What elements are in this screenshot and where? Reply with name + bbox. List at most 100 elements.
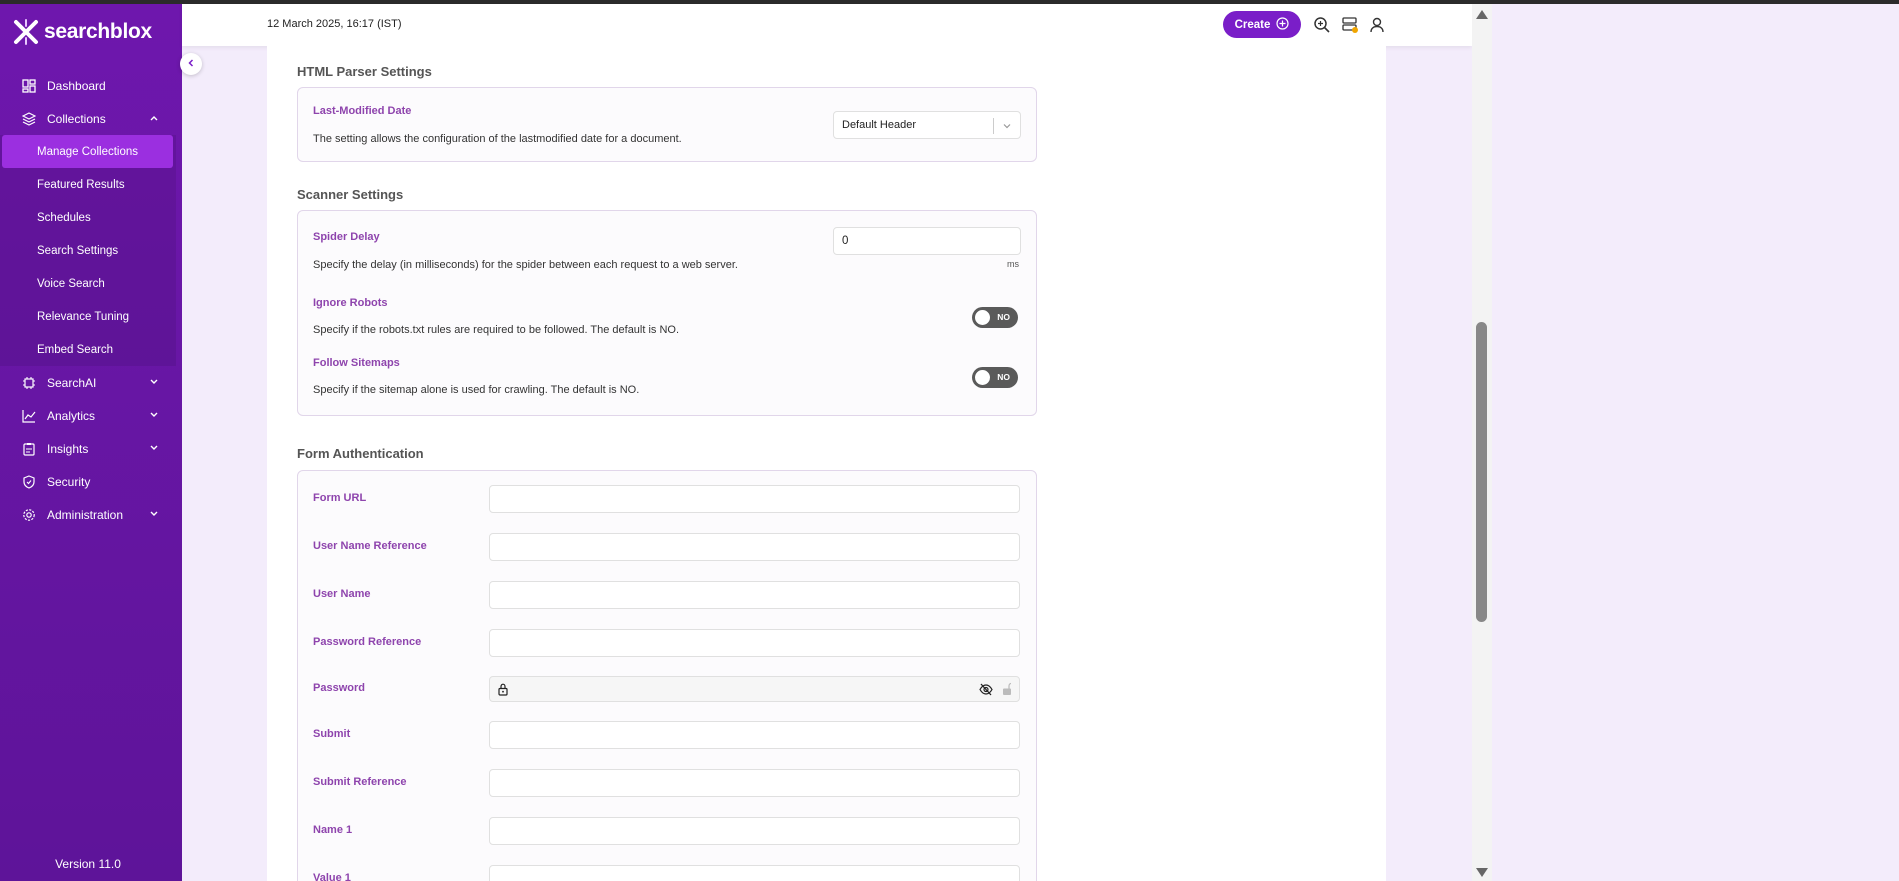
toggle-knob [975,370,990,385]
submit-label: Submit [313,728,351,740]
sidebar-subitem-relevance-tuning[interactable]: Relevance Tuning [0,300,176,333]
header-datetime: 12 March 2025, 16:17 (IST) [267,18,402,30]
form-auth-title: Form Authentication [297,446,424,461]
gear-icon [21,507,37,523]
sidebar-item-administration[interactable]: Administration [0,498,182,531]
select-divider [993,118,994,134]
form-url-input[interactable] [489,485,1020,513]
last-modified-select-value: Default Header [842,119,916,131]
sidebar-subitem-label: Relevance Tuning [37,310,130,323]
sidebar-item-searchai[interactable]: SearchAI [0,366,182,399]
sidebar-item-analytics[interactable]: Analytics [0,399,182,432]
sidebar-subitem-manage-collections[interactable]: Manage Collections [2,135,173,168]
create-button-label: Create [1234,18,1271,31]
spider-delay-label: Spider Delay [313,231,380,243]
sidebar-subitem-embed-search[interactable]: Embed Search [0,333,176,366]
scanner-title: Scanner Settings [297,187,404,202]
main-content: HTML Parser Settings Last-Modified Date … [267,46,1386,881]
chevron-down-icon [148,376,160,388]
name-1-input[interactable] [489,817,1020,845]
unlock-icon[interactable] [1001,682,1013,701]
chevron-left-icon [186,55,196,73]
sidebar-subitem-voice-search[interactable]: Voice Search [0,267,176,300]
sidebar-subitem-featured-results[interactable]: Featured Results [0,168,176,201]
last-modified-desc: The setting allows the configuration of … [313,133,682,145]
submit-input[interactable] [489,721,1020,749]
sidebar-subitem-label: Search Settings [37,244,119,257]
chart-icon [21,408,37,424]
sidebar-item-label: Dashboard [47,78,106,93]
value-1-input[interactable] [489,865,1020,881]
chevron-down-icon [148,442,160,454]
sidebar-subitem-label: Schedules [37,211,91,224]
last-modified-label: Last-Modified Date [313,105,412,117]
search-zoom-icon[interactable] [1313,16,1331,34]
sidebar-item-label: Insights [47,441,89,456]
clipboard-icon [21,441,37,457]
user-name-label: User Name [313,588,371,600]
scanner-card: Spider Delay Specify the delay (in milli… [297,210,1037,416]
spider-delay-value: 0 [842,235,849,247]
user-icon[interactable] [1368,16,1386,34]
chevron-down-icon [1001,120,1013,132]
sidebar-item-label: Security [47,474,91,489]
sidebar-item-insights[interactable]: Insights [0,432,182,465]
sidebar-subitem-label: Featured Results [37,178,125,191]
brand-logo[interactable]: searchblox [12,18,152,46]
sidebar: searchblox Dashboard Collections Manage … [0,4,182,881]
sidebar-subitem-label: Voice Search [37,277,105,290]
sidebar-nav: Dashboard Collections Manage Collections… [0,69,182,531]
last-modified-select[interactable]: Default Header [833,111,1021,139]
chevron-down-icon [148,409,160,421]
user-name-reference-label: User Name Reference [313,540,427,552]
sidebar-item-collections[interactable]: Collections [0,102,182,135]
sidebar-subitem-schedules[interactable]: Schedules [0,201,176,234]
scroll-down-arrow-icon[interactable] [1476,868,1488,877]
user-name-reference-input[interactable] [489,533,1020,561]
html-parser-title: HTML Parser Settings [297,64,432,79]
sidebar-item-security[interactable]: Security [0,465,182,498]
sidebar-collapse-button[interactable] [180,53,202,75]
version-label: Version 11.0 [55,857,121,871]
submit-reference-label: Submit Reference [313,776,407,788]
sidebar-item-label: Administration [47,507,124,522]
plus-circle-icon [1276,16,1290,33]
lock-icon [497,683,509,701]
sidebar-item-label: SearchAI [47,375,97,390]
name-1-label: Name 1 [313,824,353,836]
password-reference-label: Password Reference [313,636,422,648]
searchblox-logo-icon [12,18,40,46]
layers-icon [21,111,37,127]
spider-delay-unit: ms [1007,259,1019,269]
ignore-robots-toggle[interactable]: NO [972,307,1018,328]
form-url-label: Form URL [313,492,367,504]
chevron-up-icon [148,112,160,124]
toggle-knob [975,310,990,325]
page-scrollbar[interactable] [1472,4,1492,881]
scroll-thumb[interactable] [1476,322,1487,622]
toggle-state-label: NO [997,372,1010,382]
chip-icon [21,375,37,391]
user-name-input[interactable] [489,581,1020,609]
password-reference-input[interactable] [489,629,1020,657]
password-input[interactable] [489,676,1020,702]
dashboard-icon [21,78,37,94]
sidebar-item-label: Collections [47,111,106,126]
collections-submenu: Manage Collections Featured Results Sche… [0,135,176,366]
submit-reference-input[interactable] [489,769,1020,797]
eye-slash-icon[interactable] [979,683,993,701]
shield-icon [21,474,37,490]
create-button[interactable]: Create [1223,11,1301,38]
brand-name: searchblox [44,20,152,43]
sidebar-subitem-search-settings[interactable]: Search Settings [0,234,176,267]
app-root: searchblox Dashboard Collections Manage … [0,0,1899,881]
spider-delay-input[interactable]: 0 [833,227,1021,255]
sidebar-subitem-label: Embed Search [37,343,114,356]
server-status-icon[interactable] [1341,16,1359,34]
password-label: Password [313,682,365,694]
scroll-up-arrow-icon[interactable] [1476,10,1488,19]
sidebar-item-dashboard[interactable]: Dashboard [0,69,182,102]
top-header: 12 March 2025, 16:17 (IST) Create [182,4,1472,46]
follow-sitemaps-toggle[interactable]: NO [972,367,1018,388]
toggle-state-label: NO [997,312,1010,322]
